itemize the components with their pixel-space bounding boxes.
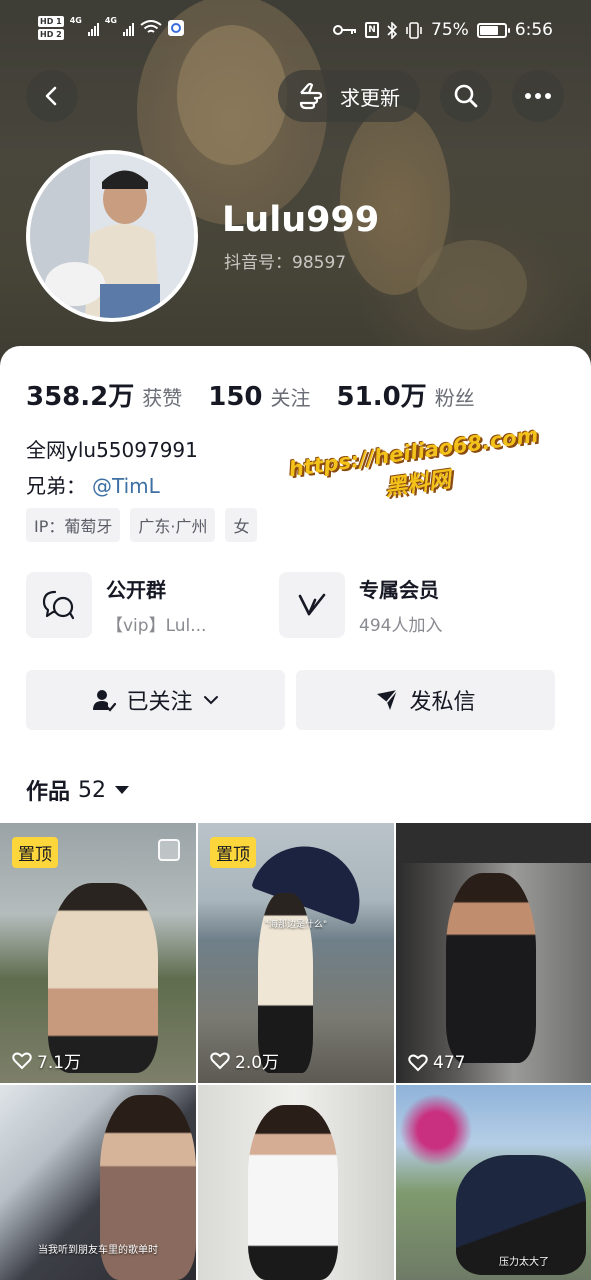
member-icon-box [279,572,345,638]
search-button[interactable] [440,70,492,122]
works-count: 52 [78,777,107,803]
chevron-down-icon [203,696,218,705]
sim2-hd-badge: HD 2 [38,29,64,40]
nfc-icon: N [365,22,380,38]
clock: 6:56 [514,20,553,40]
video-grid: 置顶 7.1万 置顶 "海那边是什么" 2.0万 477 当我听到朋友车里的歌单… [0,823,591,1280]
video-caption: "海那边是什么" [264,920,328,930]
tag-city: 广东·广州 [130,508,216,542]
heart-icon [12,1052,32,1069]
status-bar: HD 1 HD 2 4G 4G N 75% 6:56 [0,12,591,52]
sim1-signal-icon [87,20,99,36]
bluetooth-icon [387,21,398,39]
pointing-hand-icon [299,82,323,110]
pinned-badge: 置顶 [210,837,256,868]
group-chat-icon [42,590,75,620]
select-checkbox[interactable] [158,839,180,861]
video-likes-count: 2.0万 [235,1053,280,1073]
send-plane-icon [377,689,399,710]
video-subject [248,1105,338,1280]
followed-label: 已关注 [126,690,193,715]
tag-ip-location: IP：葡萄牙 [26,508,121,542]
video-thumbnail[interactable]: 压力太大了 [396,1085,591,1280]
video-caption: 压力太大了 [499,1257,549,1268]
flower-bush [396,1085,476,1175]
douyin-id[interactable]: 抖音号：98597 [224,248,346,273]
app-notification-icon [167,20,184,36]
tag-gender: 女 [225,508,258,542]
vibrate-icon [406,21,422,39]
video-thumbnail[interactable]: 477 [396,823,591,1083]
caret-down-icon [115,786,130,794]
search-icon [454,84,478,108]
public-group-entry[interactable]: 公开群 【vip】Lul... [26,572,206,638]
video-likes-count: 477 [433,1053,466,1073]
likes-count: 358.2万 [26,382,135,412]
stat-following[interactable]: 150 关注 [208,382,310,412]
sim2-network-label: 4G [104,16,117,25]
video-likes: 7.1万 [12,1048,81,1073]
battery-fill [479,25,498,35]
sim1-network-label: 4G [69,16,82,25]
pinned-badge: 置顶 [12,837,58,868]
video-thumbnail[interactable] [198,1085,394,1280]
watermark-overlay: https://heiliao68.com 黑料网 [287,423,544,515]
wifi-icon [140,20,162,33]
bio-line-1: 全网ylu55097991 [26,438,198,462]
battery-icon [476,22,510,38]
profile-tags: IP：葡萄牙 广东·广州 女 [26,508,258,542]
video-caption: 当我听到朋友车里的歌单时 [38,1245,158,1256]
video-thumbnail[interactable]: 置顶 "海那边是什么" 2.0万 [198,823,394,1083]
video-likes: 477 [408,1053,465,1073]
video-likes: 2.0万 [210,1048,279,1073]
following-label: 关注 [270,386,311,410]
request-update-label: 求更新 [340,85,400,110]
key-icon [333,25,357,35]
exclusive-member-title: 专属会员 [359,578,439,602]
bio-line-2-prefix: 兄弟： [26,474,86,498]
stat-followers[interactable]: 51.0万 粉丝 [337,376,475,413]
followed-button[interactable]: 已关注 [26,670,285,730]
video-thumbnail[interactable]: 当我听到朋友车里的歌单时 [0,1085,196,1280]
member-v-icon [298,593,326,616]
sim2-signal-icon [122,20,134,36]
bio-line-2: 兄弟： @TimL [26,470,160,499]
chevron-left-icon [45,86,57,106]
works-tab[interactable]: 作品 52 [26,774,130,806]
heart-icon [210,1052,230,1069]
exclusive-member-entry[interactable]: 专属会员 494人加入 [279,572,442,638]
send-message-label: 发私信 [409,690,476,715]
public-group-title: 公开群 [106,578,166,602]
followers-count: 51.0万 [336,382,427,412]
more-button[interactable] [512,70,564,122]
avatar-photo [30,154,194,318]
send-message-button[interactable]: 发私信 [296,670,555,730]
group-chat-icon-box [26,572,92,638]
battery-percent: 75% [431,20,469,40]
heart-icon [408,1054,428,1072]
followers-label: 粉丝 [434,386,475,410]
more-dots-icon [525,93,551,99]
works-label: 作品 [26,780,71,805]
following-count: 150 [208,382,263,412]
public-group-subtitle: 【vip】Lul... [106,616,207,636]
request-update-button[interactable]: 求更新 [278,70,420,122]
video-subject [446,873,536,1063]
exclusive-member-subtitle: 494人加入 [359,616,443,636]
gym-ceiling [396,823,591,863]
video-likes-count: 7.1万 [37,1053,82,1073]
bio-mention-link[interactable]: @TimL [92,474,160,498]
user-check-icon [93,690,117,712]
username: Lulu999 [222,200,380,240]
stat-likes[interactable]: 358.2万 获赞 [26,376,182,413]
video-subject [48,883,158,1073]
stats-row: 358.2万 获赞 150 关注 51.0万 粉丝 [26,376,501,413]
sim1-hd-badge: HD 1 [38,16,64,27]
likes-label: 获赞 [142,386,183,410]
video-thumbnail[interactable]: 置顶 7.1万 [0,823,196,1083]
back-button[interactable] [26,70,78,122]
profile-avatar[interactable] [26,150,198,322]
